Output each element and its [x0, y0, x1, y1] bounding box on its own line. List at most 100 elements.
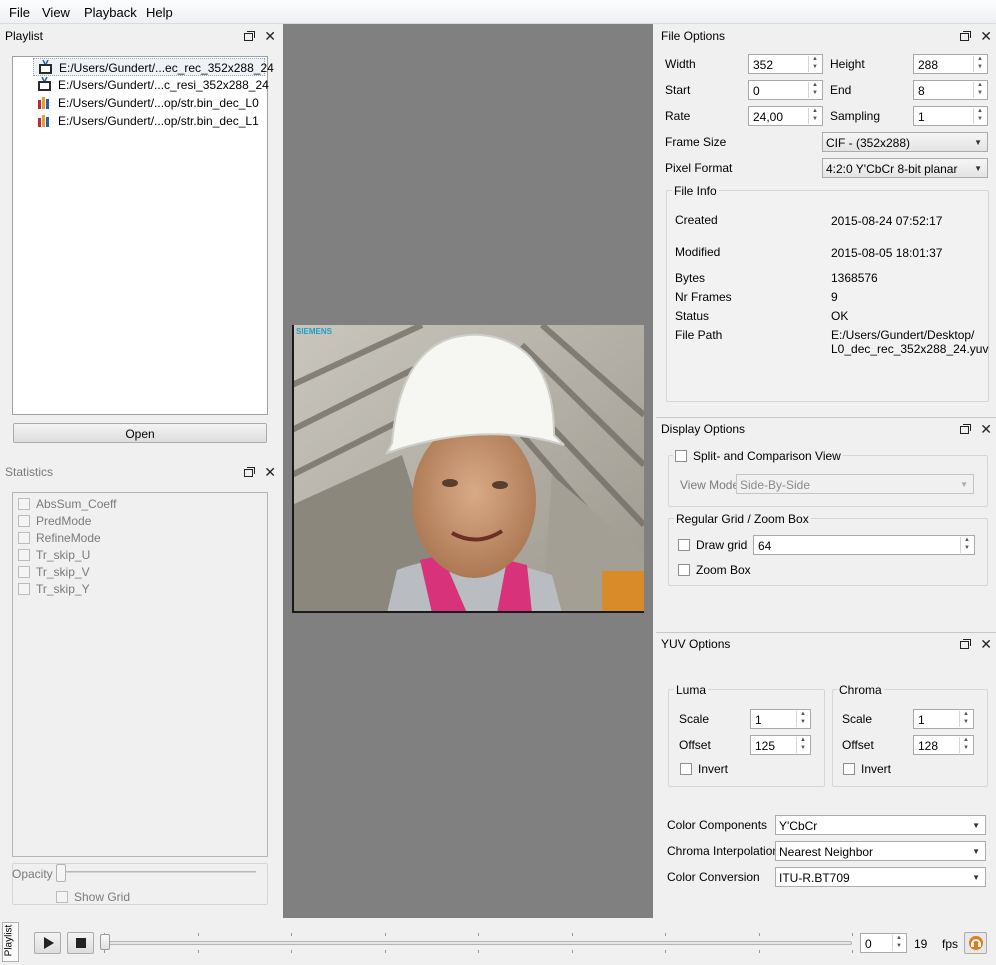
spin-arrows-icon[interactable] — [808, 56, 821, 72]
pixel-format-select[interactable]: 4:2:0 Y'CbCr 8-bit planar — [822, 158, 988, 178]
color-conversion-select[interactable]: ITU-R.BT709 — [775, 867, 986, 887]
spin-arrows-icon[interactable] — [960, 537, 973, 553]
close-icon[interactable]: ✕ — [264, 464, 276, 481]
playlist-side-tab[interactable]: Playlist — [2, 922, 19, 962]
frame-input[interactable]: 0 — [860, 933, 907, 953]
pixel-format-label: Pixel Format — [665, 161, 733, 175]
playlist-dock-title: Playlist ✕ — [0, 25, 280, 45]
chroma-interpolation-select[interactable]: Nearest Neighbor — [775, 841, 986, 861]
checkbox[interactable] — [18, 515, 30, 527]
checkbox[interactable] — [18, 566, 30, 578]
statistic-item[interactable]: Tr_skip_V — [18, 565, 90, 581]
sampling-input[interactable]: 1 — [913, 106, 988, 126]
undock-icon[interactable] — [960, 31, 972, 41]
grid-size-input[interactable]: 64 — [753, 535, 975, 555]
spin-arrows-icon[interactable] — [892, 935, 905, 951]
menu-playback[interactable]: Playback — [84, 5, 137, 20]
luma-scale-value: 1 — [755, 713, 762, 727]
video-frame[interactable]: SIEMENS — [292, 325, 644, 613]
checkbox[interactable] — [18, 549, 30, 561]
menu-view[interactable]: View — [42, 5, 70, 20]
yuv-options-title: YUV Options — [661, 637, 731, 651]
height-value: 288 — [918, 58, 939, 72]
slider-tick — [665, 933, 666, 936]
spin-arrows-icon[interactable] — [959, 711, 972, 727]
playlist-tree[interactable]: E:/Users/Gundert/...ec_rec_352x288_24 E:… — [12, 56, 274, 415]
chroma-scale-input[interactable]: 1 — [913, 709, 974, 729]
playlist-item[interactable]: E:/Users/Gundert/...c_resi_352x288_24 — [33, 76, 269, 94]
statistic-item[interactable]: RefineMode — [18, 531, 101, 547]
undock-icon[interactable] — [244, 31, 256, 41]
playlist-item-label: E:/Users/Gundert/...ec_rec_352x288_24 — [59, 61, 274, 75]
playlist-item[interactable]: E:/Users/Gundert/...op/str.bin_dec_L0 — [33, 94, 265, 112]
playlist-item-label: E:/Users/Gundert/...c_resi_352x288_24 — [58, 78, 269, 92]
checkbox[interactable] — [18, 532, 30, 544]
luma-scale-input[interactable]: 1 — [750, 709, 811, 729]
fps-label: fps — [942, 937, 959, 951]
frame-slider-handle[interactable] — [100, 934, 110, 950]
undock-icon[interactable] — [244, 467, 256, 477]
spin-arrows-icon[interactable] — [973, 82, 986, 98]
chroma-offset-input[interactable]: 128 — [913, 735, 974, 755]
spin-arrows-icon[interactable] — [796, 737, 809, 753]
close-icon[interactable]: ✕ — [980, 421, 992, 438]
spin-arrows-icon[interactable] — [808, 82, 821, 98]
checkbox[interactable] — [18, 583, 30, 595]
statistic-label: AbsSum_Coeff — [36, 497, 117, 511]
opacity-slider-handle[interactable] — [56, 864, 66, 882]
view-mode-select[interactable]: Side-By-Side — [736, 474, 974, 494]
close-icon[interactable]: ✕ — [980, 636, 992, 653]
statistic-item[interactable]: PredMode — [18, 514, 91, 530]
menu-help[interactable]: Help — [146, 5, 173, 20]
luma-offset-input[interactable]: 125 — [750, 735, 811, 755]
opacity-slider[interactable] — [58, 871, 256, 873]
checkbox[interactable] — [675, 450, 687, 462]
draw-grid-checkbox[interactable]: Draw grid — [678, 538, 747, 552]
chroma-invert-checkbox[interactable]: Invert — [843, 762, 891, 776]
frame-size-select[interactable]: CIF - (352x288) — [822, 132, 988, 152]
file-path-value-line2: L0_dec_rec_352x288_24.yuv — [831, 342, 989, 356]
split-view-checkbox[interactable]: Split- and Comparison View — [673, 449, 843, 463]
undock-icon[interactable] — [960, 639, 972, 649]
repeat-button[interactable] — [964, 932, 987, 954]
undock-icon[interactable] — [960, 424, 972, 434]
end-input[interactable]: 8 — [913, 80, 988, 100]
checkbox[interactable] — [843, 763, 855, 775]
zoom-box-checkbox[interactable]: Zoom Box — [678, 563, 751, 577]
checkbox[interactable] — [678, 539, 690, 551]
luma-offset-label: Offset — [679, 738, 711, 752]
rate-input[interactable]: 24,00 — [748, 106, 823, 126]
play-button[interactable] — [34, 932, 61, 954]
checkbox[interactable] — [56, 891, 68, 903]
menu-file[interactable]: File — [9, 5, 30, 20]
spin-arrows-icon[interactable] — [796, 711, 809, 727]
statistic-item[interactable]: Tr_skip_U — [18, 548, 90, 564]
checkbox[interactable] — [680, 763, 692, 775]
show-grid-checkbox[interactable]: Show Grid — [56, 890, 130, 906]
playlist-item[interactable]: E:/Users/Gundert/...op/str.bin_dec_L1 — [33, 112, 265, 130]
color-components-select[interactable]: Y'CbCr — [775, 815, 986, 835]
draw-grid-label: Draw grid — [696, 538, 748, 552]
open-button[interactable]: Open — [13, 423, 267, 443]
close-icon[interactable]: ✕ — [264, 28, 276, 45]
width-input[interactable]: 352 — [748, 54, 823, 74]
checkbox[interactable] — [18, 498, 30, 510]
checkbox[interactable] — [678, 564, 690, 576]
close-icon[interactable]: ✕ — [980, 28, 992, 45]
spin-arrows-icon[interactable] — [973, 56, 986, 72]
grid-size-value: 64 — [758, 539, 772, 553]
spin-arrows-icon[interactable] — [959, 737, 972, 753]
statistic-item[interactable]: AbsSum_Coeff — [18, 497, 117, 513]
stop-button[interactable] — [67, 932, 94, 954]
color-components-label: Color Components — [667, 818, 768, 832]
statistic-item[interactable]: Tr_skip_Y — [18, 582, 90, 598]
slider-tick — [572, 950, 573, 953]
spin-arrows-icon[interactable] — [973, 108, 986, 124]
start-input[interactable]: 0 — [748, 80, 823, 100]
luma-invert-checkbox[interactable]: Invert — [680, 762, 728, 776]
slider-tick — [385, 933, 386, 936]
spin-arrows-icon[interactable] — [808, 108, 821, 124]
status-label: Status — [675, 309, 710, 323]
playlist-item[interactable]: E:/Users/Gundert/...ec_rec_352x288_24 — [33, 58, 274, 76]
height-input[interactable]: 288 — [913, 54, 988, 74]
